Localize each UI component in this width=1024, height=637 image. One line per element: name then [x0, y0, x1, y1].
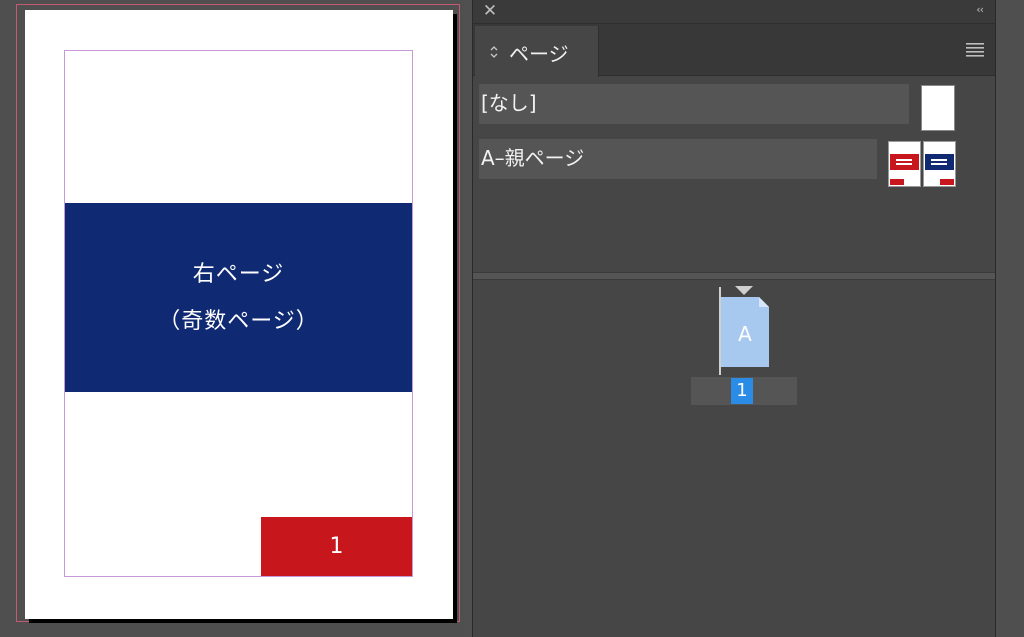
- pasteboard[interactable]: 右ページ （奇数ページ） 1: [0, 0, 464, 637]
- tab-pages[interactable]: ページ: [475, 26, 599, 77]
- blue-header-block[interactable]: 右ページ （奇数ページ）: [65, 203, 412, 392]
- parent-item-label: [なし]: [481, 91, 537, 115]
- page-number-block[interactable]: 1: [261, 517, 412, 576]
- page-thumbnail-icon[interactable]: A: [721, 297, 769, 367]
- hamburger-menu-icon[interactable]: [965, 41, 985, 57]
- spread-start-marker: [735, 286, 753, 295]
- parent-item-none[interactable]: [なし]: [479, 84, 909, 124]
- parent-none-thumbnail[interactable]: [921, 85, 955, 131]
- right-page-subtitle: （奇数ページ）: [158, 309, 319, 334]
- panel-title-bar: ✕ ‹‹: [473, 0, 995, 24]
- document-page[interactable]: 右ページ （奇数ページ） 1: [25, 10, 453, 619]
- page-number-label[interactable]: 1: [731, 378, 753, 404]
- pages-panel: ✕ ‹‹ ページ [なし] A–親ページ A 1: [472, 0, 996, 637]
- page-prefix-label: A: [738, 322, 752, 346]
- parent-a-thumbnail[interactable]: [888, 141, 956, 187]
- right-page-title: 右ページ: [192, 262, 285, 287]
- close-icon[interactable]: ✕: [481, 2, 499, 20]
- tab-label: ページ: [509, 42, 569, 66]
- double-chevron-icon[interactable]: ‹‹: [976, 3, 984, 16]
- panel-tab-row: ページ: [473, 24, 995, 77]
- parent-item-a[interactable]: A–親ページ: [479, 139, 877, 179]
- workspace-edge: [996, 0, 1024, 637]
- sort-arrows-icon: [490, 46, 498, 58]
- panel-splitter[interactable]: [473, 272, 995, 280]
- parent-item-label: A–親ページ: [481, 146, 585, 170]
